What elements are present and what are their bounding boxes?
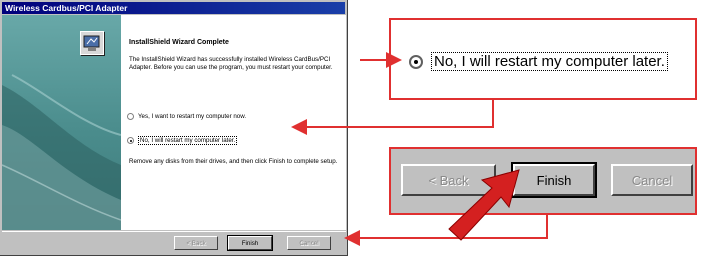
arrow-to-window-radio	[291, 100, 494, 135]
big-pointer-arrow	[448, 169, 520, 241]
arrow-to-window-buttons	[344, 215, 548, 246]
annotation-arrows	[291, 52, 548, 246]
